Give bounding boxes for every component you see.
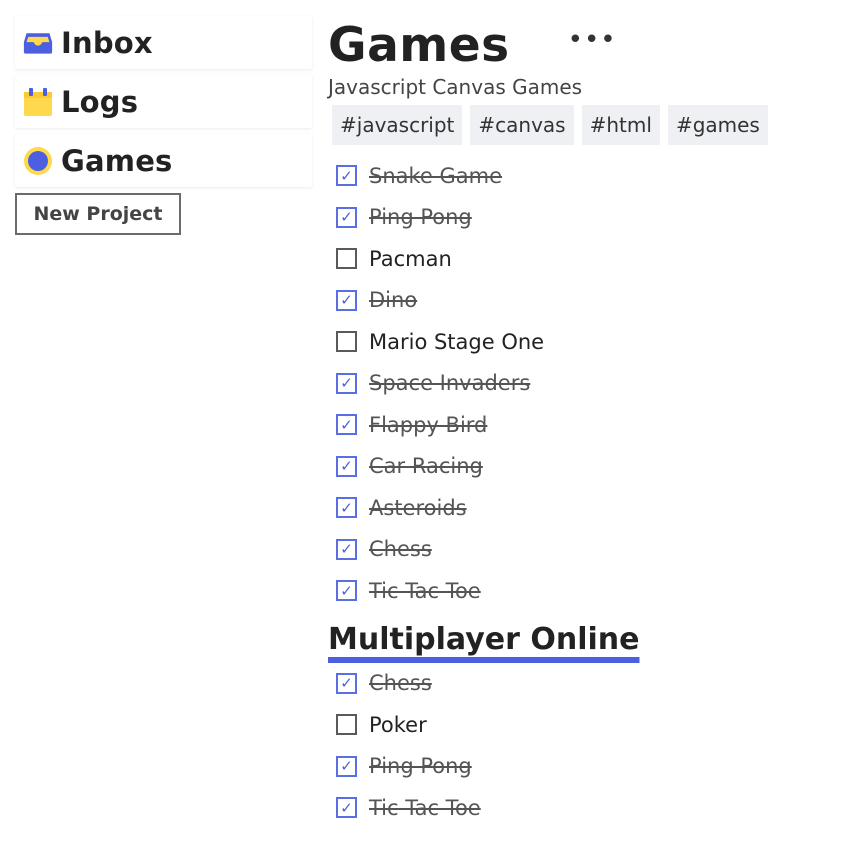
checkbox-checked[interactable]: ✓: [336, 165, 357, 187]
calendar-icon: [23, 87, 53, 117]
tag[interactable]: #html: [581, 105, 660, 145]
task-label: Space Invaders: [369, 371, 531, 396]
task-label: Flappy Bird: [369, 412, 488, 437]
task-label: Pacman: [369, 246, 452, 271]
task-label: Mario Stage One: [369, 329, 545, 354]
task-item[interactable]: ✓ Tic Tac Toe: [336, 787, 858, 829]
inbox-tray-icon: [23, 28, 53, 58]
checkbox-checked[interactable]: ✓: [336, 455, 357, 477]
task-label: Dino: [369, 288, 418, 313]
task-item[interactable]: ✓ Ping Pong: [336, 197, 858, 239]
task-label: Tic Tac Toe: [369, 795, 481, 820]
sidebar: Inbox Logs Games New Project: [15, 16, 312, 235]
sidebar-item-inbox[interactable]: Inbox: [15, 16, 312, 69]
task-label: Car Racing: [369, 454, 483, 479]
sidebar-item-label: Inbox: [61, 25, 153, 60]
checkbox-checked[interactable]: ✓: [336, 580, 357, 602]
checkbox-checked[interactable]: ✓: [336, 755, 357, 777]
checkbox[interactable]: [336, 714, 357, 736]
task-item[interactable]: ✓ Snake Game: [336, 155, 858, 197]
more-options-icon[interactable]: •••: [568, 27, 617, 60]
checkbox-checked[interactable]: ✓: [336, 289, 357, 311]
task-label: Poker: [369, 712, 427, 737]
circle-icon: [23, 146, 53, 176]
checkbox[interactable]: [336, 248, 357, 270]
checkbox-checked[interactable]: ✓: [336, 538, 357, 560]
task-label: Chess: [369, 671, 432, 696]
sidebar-item-label: Games: [61, 143, 173, 178]
section-multiplayer: Multiplayer Online ✓ Chess Poker ✓ Ping Pong…: [328, 612, 858, 829]
task-item[interactable]: ✓ Ping Pong: [336, 746, 858, 788]
title-row: Games •••: [328, 14, 858, 76]
task-label: Chess: [369, 537, 432, 562]
task-item[interactable]: ✓ Car Racing: [336, 446, 858, 488]
checkbox-checked[interactable]: ✓: [336, 497, 357, 519]
checkbox[interactable]: [336, 331, 357, 353]
sidebar-item-logs[interactable]: Logs: [15, 75, 312, 128]
task-item[interactable]: ✓ Dino: [336, 280, 858, 322]
task-item[interactable]: Pacman: [336, 238, 858, 280]
project-panel: Games ••• Javascript Canvas Games #javas…: [328, 14, 858, 829]
tag[interactable]: #games: [667, 105, 768, 145]
tag[interactable]: #canvas: [470, 105, 574, 145]
checkbox-checked[interactable]: ✓: [336, 414, 357, 436]
section-title: Multiplayer Online: [328, 621, 640, 657]
task-item[interactable]: ✓ Chess: [336, 529, 858, 571]
task-label: Ping Pong: [369, 754, 472, 779]
task-item[interactable]: ✓ Tic Tac Toe: [336, 570, 858, 612]
task-list: ✓ Chess Poker ✓ Ping Pong ✓ Tic Tac Toe: [336, 663, 858, 829]
sidebar-item-label: Logs: [61, 84, 139, 119]
task-label: Snake Game: [369, 163, 503, 188]
tag-list: #javascript #canvas #html #games: [332, 105, 858, 145]
task-item[interactable]: Mario Stage One: [336, 321, 858, 363]
project-description: Javascript Canvas Games: [328, 75, 583, 99]
task-label: Tic Tac Toe: [369, 578, 481, 603]
task-list: ✓ Snake Game ✓ Ping Pong Pacman ✓ Dino Mario St…: [336, 155, 858, 612]
checkbox-checked[interactable]: ✓: [336, 672, 357, 694]
checkbox-checked[interactable]: ✓: [336, 797, 357, 819]
task-item[interactable]: ✓ Asteroids: [336, 487, 858, 529]
task-label: Ping Pong: [369, 205, 472, 230]
task-label: Asteroids: [369, 495, 467, 520]
task-item[interactable]: ✓ Chess: [336, 663, 858, 705]
new-project-button[interactable]: New Project: [15, 193, 181, 235]
sidebar-item-games[interactable]: Games: [15, 134, 312, 187]
checkbox-checked[interactable]: ✓: [336, 206, 357, 228]
tag[interactable]: #javascript: [332, 105, 463, 145]
task-item[interactable]: ✓ Space Invaders: [336, 363, 858, 405]
task-item[interactable]: ✓ Flappy Bird: [336, 404, 858, 446]
checkbox-checked[interactable]: ✓: [336, 372, 357, 394]
page-title: Games: [328, 17, 510, 73]
task-item[interactable]: Poker: [336, 704, 858, 746]
